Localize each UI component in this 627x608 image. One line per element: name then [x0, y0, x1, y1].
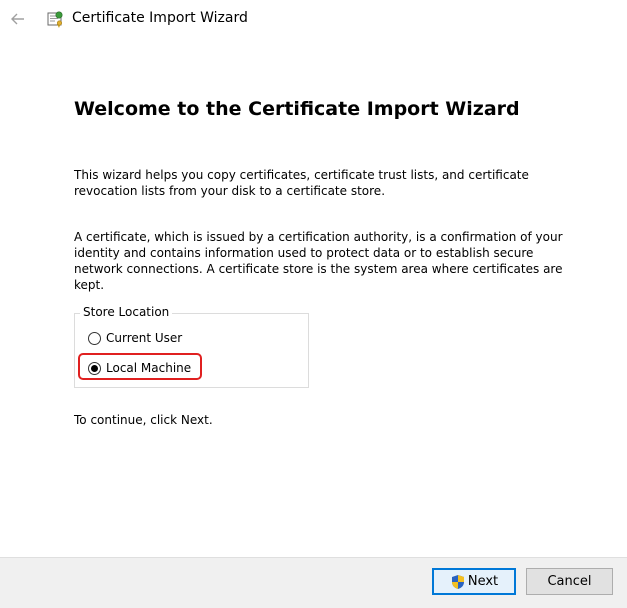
next-button-label[interactable]: Next [468, 574, 498, 589]
local-machine-highlight-annotation [78, 353, 202, 380]
certificate-description-paragraph: A certificate, which is issued by a cert… [74, 230, 563, 292]
intro-paragraph: This wizard helps you copy certificates,… [74, 168, 529, 198]
next-button[interactable]: Next [432, 568, 516, 595]
radio-current-user[interactable]: Current User [88, 329, 182, 347]
certificate-wizard-icon [47, 11, 63, 28]
cancel-button[interactable]: Cancel [526, 568, 613, 595]
radio-button-unchecked[interactable] [88, 331, 101, 345]
uac-shield-icon [451, 574, 464, 589]
continue-instruction: To continue, click Next. [74, 413, 213, 427]
page-heading: Welcome to the Certificate Import Wizard [74, 98, 520, 120]
certificate-import-wizard-window: Certificate Import Wizard Welcome to the… [0, 0, 627, 608]
radio-label-current-user[interactable]: Current User [106, 331, 182, 345]
window-title: Certificate Import Wizard [72, 10, 248, 26]
back-arrow-icon[interactable] [8, 9, 28, 29]
cancel-button-label[interactable]: Cancel [547, 574, 591, 589]
store-location-legend: Store Location [80, 305, 173, 319]
title-bar: Certificate Import Wizard [0, 0, 627, 38]
